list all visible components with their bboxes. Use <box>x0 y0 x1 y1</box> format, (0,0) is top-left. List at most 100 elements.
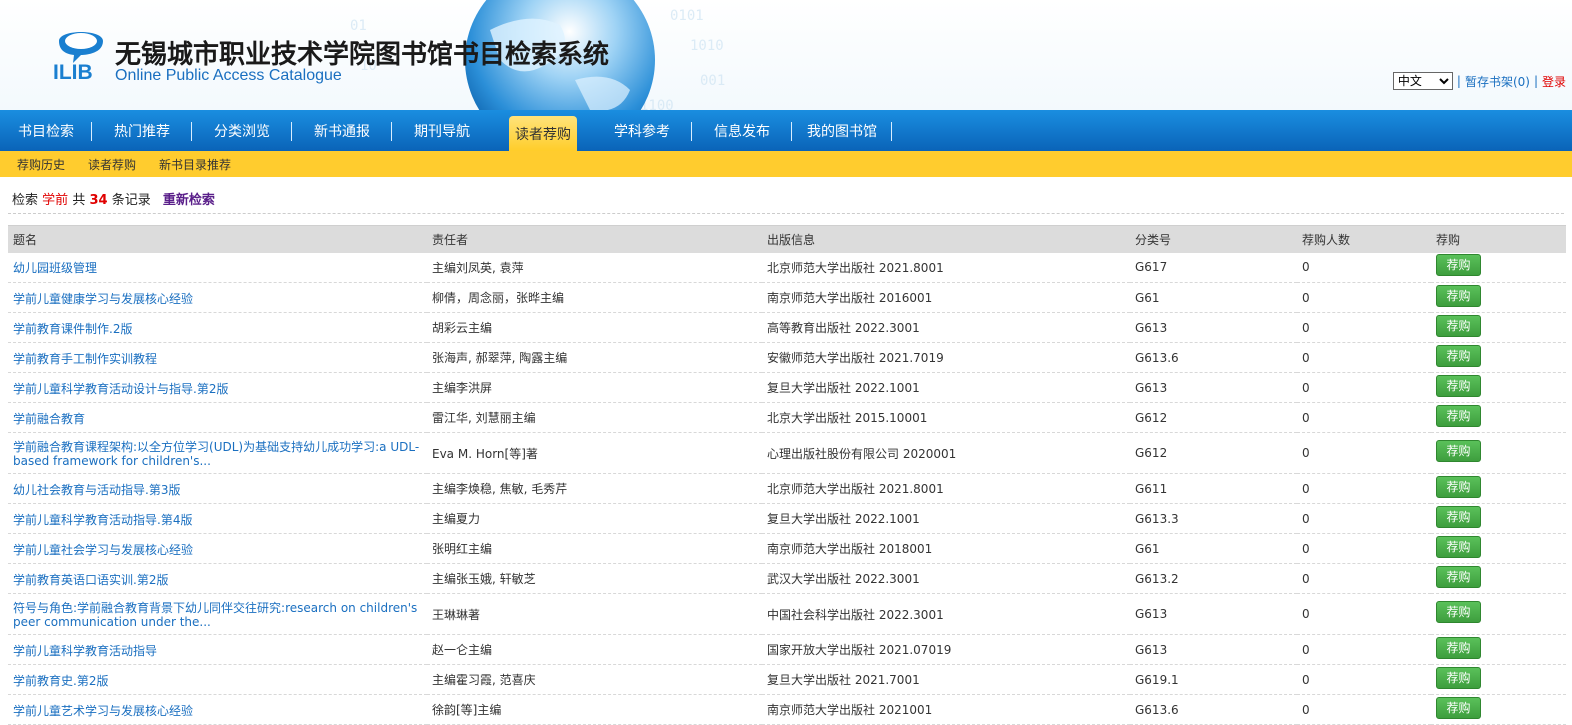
cell-publisher: 南京师范大学出版社 2016001 <box>762 282 1130 313</box>
table-row: 幼儿社会教育与活动指导.第3版 主编李焕稳, 焦敏, 毛秀芹 北京师范大学出版社 2… <box>8 473 1566 504</box>
book-title-link[interactable]: 学前融合教育课程架构:以全方位学习(UDL)为基础支持幼儿成功学习:a UDL-… <box>13 440 422 468</box>
nav-item-label: 新书通报 <box>314 123 370 140</box>
book-title-link[interactable]: 学前儿童艺术学习与发展核心经验 <box>13 704 422 718</box>
cell-class: G613 <box>1130 312 1297 343</box>
nav-item-6[interactable]: 读者荐购 <box>509 116 577 151</box>
nav-item-label: 热门推荐 <box>114 123 170 140</box>
cell-publisher: 国家开放大学出版社 2021.07019 <box>762 634 1130 665</box>
login-link[interactable]: 登录 <box>1542 73 1566 90</box>
recommend-button[interactable]: 荐购 <box>1436 374 1481 397</box>
svg-text:01: 01 <box>350 18 367 34</box>
sub-nav-item-2[interactable]: 读者荐购 <box>88 156 136 173</box>
nav-item-8[interactable]: 信息发布 <box>692 110 792 151</box>
recommend-button[interactable]: 荐购 <box>1436 284 1481 307</box>
book-title-link[interactable]: 学前儿童社会学习与发展核心经验 <box>13 543 422 557</box>
table-row: 学前教育课件制作.2版 胡彩云主编 高等教育出版社 2022.3001 G613 0 荐购 <box>8 312 1566 343</box>
nav-item-7[interactable]: 学科参考 <box>592 110 692 151</box>
cell-class: G613.3 <box>1130 503 1297 534</box>
cell-class: G612 <box>1130 432 1297 474</box>
book-title-link[interactable]: 学前教育英语口语实训.第2版 <box>13 573 422 587</box>
cell-author: 张海声, 郝翠萍, 陶露主编 <box>427 342 762 373</box>
svg-text:0101: 0101 <box>670 8 704 24</box>
cell-recommend: 荐购 <box>1431 312 1566 343</box>
cell-count: 0 <box>1297 282 1431 313</box>
cell-count: 0 <box>1297 252 1431 283</box>
cell-recommend: 荐购 <box>1431 533 1566 564</box>
nav-item-2[interactable]: 热门推荐 <box>92 110 192 151</box>
nav-item-4[interactable]: 新书通报 <box>292 110 392 151</box>
cell-author: Eva M. Horn[等]著 <box>427 432 762 474</box>
column-header-class: 分类号 <box>1130 225 1297 253</box>
recommend-button[interactable]: 荐购 <box>1436 404 1481 427</box>
book-title-link[interactable]: 学前教育课件制作.2版 <box>13 322 422 336</box>
cell-class: G619.1 <box>1130 664 1297 695</box>
cell-class: G612 <box>1130 402 1297 433</box>
cell-author: 主编霍习霞, 范喜庆 <box>427 664 762 695</box>
cell-class: G611 <box>1130 473 1297 504</box>
nav-item-9[interactable]: 我的图书馆 <box>792 110 892 151</box>
result-count: 34 <box>89 193 108 208</box>
cell-count: 0 <box>1297 312 1431 343</box>
book-title-link[interactable]: 学前儿童科学教育活动指导.第4版 <box>13 513 422 527</box>
recommend-button[interactable]: 荐购 <box>1436 601 1481 623</box>
table-row: 学前教育史.第2版 主编霍习霞, 范喜庆 复旦大学出版社 2021.7001 G619… <box>8 664 1566 695</box>
cell-publisher: 心理出版社股份有限公司 2020001 <box>762 432 1130 474</box>
table-row: 学前融合教育 雷江华, 刘慧丽主编 北京大学出版社 2015.10001 G612 0 荐… <box>8 402 1566 433</box>
language-select[interactable]: 中文 <box>1392 72 1453 90</box>
book-title-link[interactable]: 幼儿园班级管理 <box>13 261 422 275</box>
cell-publisher: 高等教育出版社 2022.3001 <box>762 312 1130 343</box>
recommend-button[interactable]: 荐购 <box>1436 440 1481 462</box>
book-title-link[interactable]: 学前儿童健康学习与发展核心经验 <box>13 292 422 306</box>
cell-title: 学前教育手工制作实训教程 <box>8 342 427 373</box>
summary-middle: 共 <box>72 193 86 208</box>
cell-title: 学前儿童社会学习与发展核心经验 <box>8 533 427 564</box>
book-title-link[interactable]: 学前融合教育 <box>13 412 422 426</box>
cell-recommend: 荐购 <box>1431 282 1566 313</box>
recommend-button[interactable]: 荐购 <box>1436 505 1481 528</box>
book-title-link[interactable]: 学前教育史.第2版 <box>13 674 422 688</box>
cell-count: 0 <box>1297 634 1431 665</box>
research-link[interactable]: 重新检索 <box>163 193 215 208</box>
nav-item-1[interactable]: 书目检索 <box>0 110 92 151</box>
shelf-link[interactable]: 暂存书架(0) <box>1465 73 1530 90</box>
cell-recommend: 荐购 <box>1431 342 1566 373</box>
cell-author: 主编夏力 <box>427 503 762 534</box>
cell-count: 0 <box>1297 563 1431 594</box>
cell-title: 幼儿园班级管理 <box>8 252 427 283</box>
cell-title: 学前儿童科学教育活动设计与指导.第2版 <box>8 372 427 403</box>
recommend-button[interactable]: 荐购 <box>1436 535 1481 558</box>
nav-item-5[interactable]: 期刊导航 <box>392 110 492 151</box>
recommend-button[interactable]: 荐购 <box>1436 565 1481 588</box>
cell-publisher: 复旦大学出版社 2022.1001 <box>762 372 1130 403</box>
sub-nav-item-3[interactable]: 新书目录推荐 <box>159 156 231 173</box>
book-title-link[interactable]: 学前儿童科学教育活动指导 <box>13 644 422 658</box>
recommend-button[interactable]: 荐购 <box>1436 696 1481 719</box>
cell-recommend: 荐购 <box>1431 372 1566 403</box>
cell-author: 胡彩云主编 <box>427 312 762 343</box>
cell-author: 赵一仑主编 <box>427 634 762 665</box>
sub-nav-item-1[interactable]: 荐购历史 <box>17 156 65 173</box>
recommend-button[interactable]: 荐购 <box>1436 475 1481 498</box>
nav-item-3[interactable]: 分类浏览 <box>192 110 292 151</box>
cell-class: G613 <box>1130 634 1297 665</box>
cell-class: G613 <box>1130 593 1297 635</box>
site-subtitle: Online Public Access Catalogue <box>115 67 342 84</box>
book-title-link[interactable]: 学前儿童科学教育活动设计与指导.第2版 <box>13 382 422 396</box>
book-title-link[interactable]: 学前教育手工制作实训教程 <box>13 352 422 366</box>
cell-recommend: 荐购 <box>1431 563 1566 594</box>
cell-count: 0 <box>1297 664 1431 695</box>
recommend-button[interactable]: 荐购 <box>1436 314 1481 337</box>
column-header-count: 荐购人数 <box>1297 225 1431 253</box>
nav-item-label: 书目检索 <box>18 123 74 140</box>
cell-class: G613.6 <box>1130 342 1297 373</box>
page-header: 01 10 0101 1010 001 1100 ILIB 无锡城市职业技术学院图书馆书… <box>0 0 1572 110</box>
recommend-button[interactable]: 荐购 <box>1436 344 1481 367</box>
recommend-button[interactable]: 荐购 <box>1436 254 1481 277</box>
book-title-link[interactable]: 符号与角色:学前融合教育背景下幼儿同伴交往研究:research on chil… <box>13 601 422 629</box>
recommend-button[interactable]: 荐购 <box>1436 636 1481 659</box>
separator: | <box>1456 74 1461 88</box>
cell-count: 0 <box>1297 372 1431 403</box>
cell-recommend: 荐购 <box>1431 593 1566 635</box>
book-title-link[interactable]: 幼儿社会教育与活动指导.第3版 <box>13 483 422 497</box>
recommend-button[interactable]: 荐购 <box>1436 666 1481 689</box>
